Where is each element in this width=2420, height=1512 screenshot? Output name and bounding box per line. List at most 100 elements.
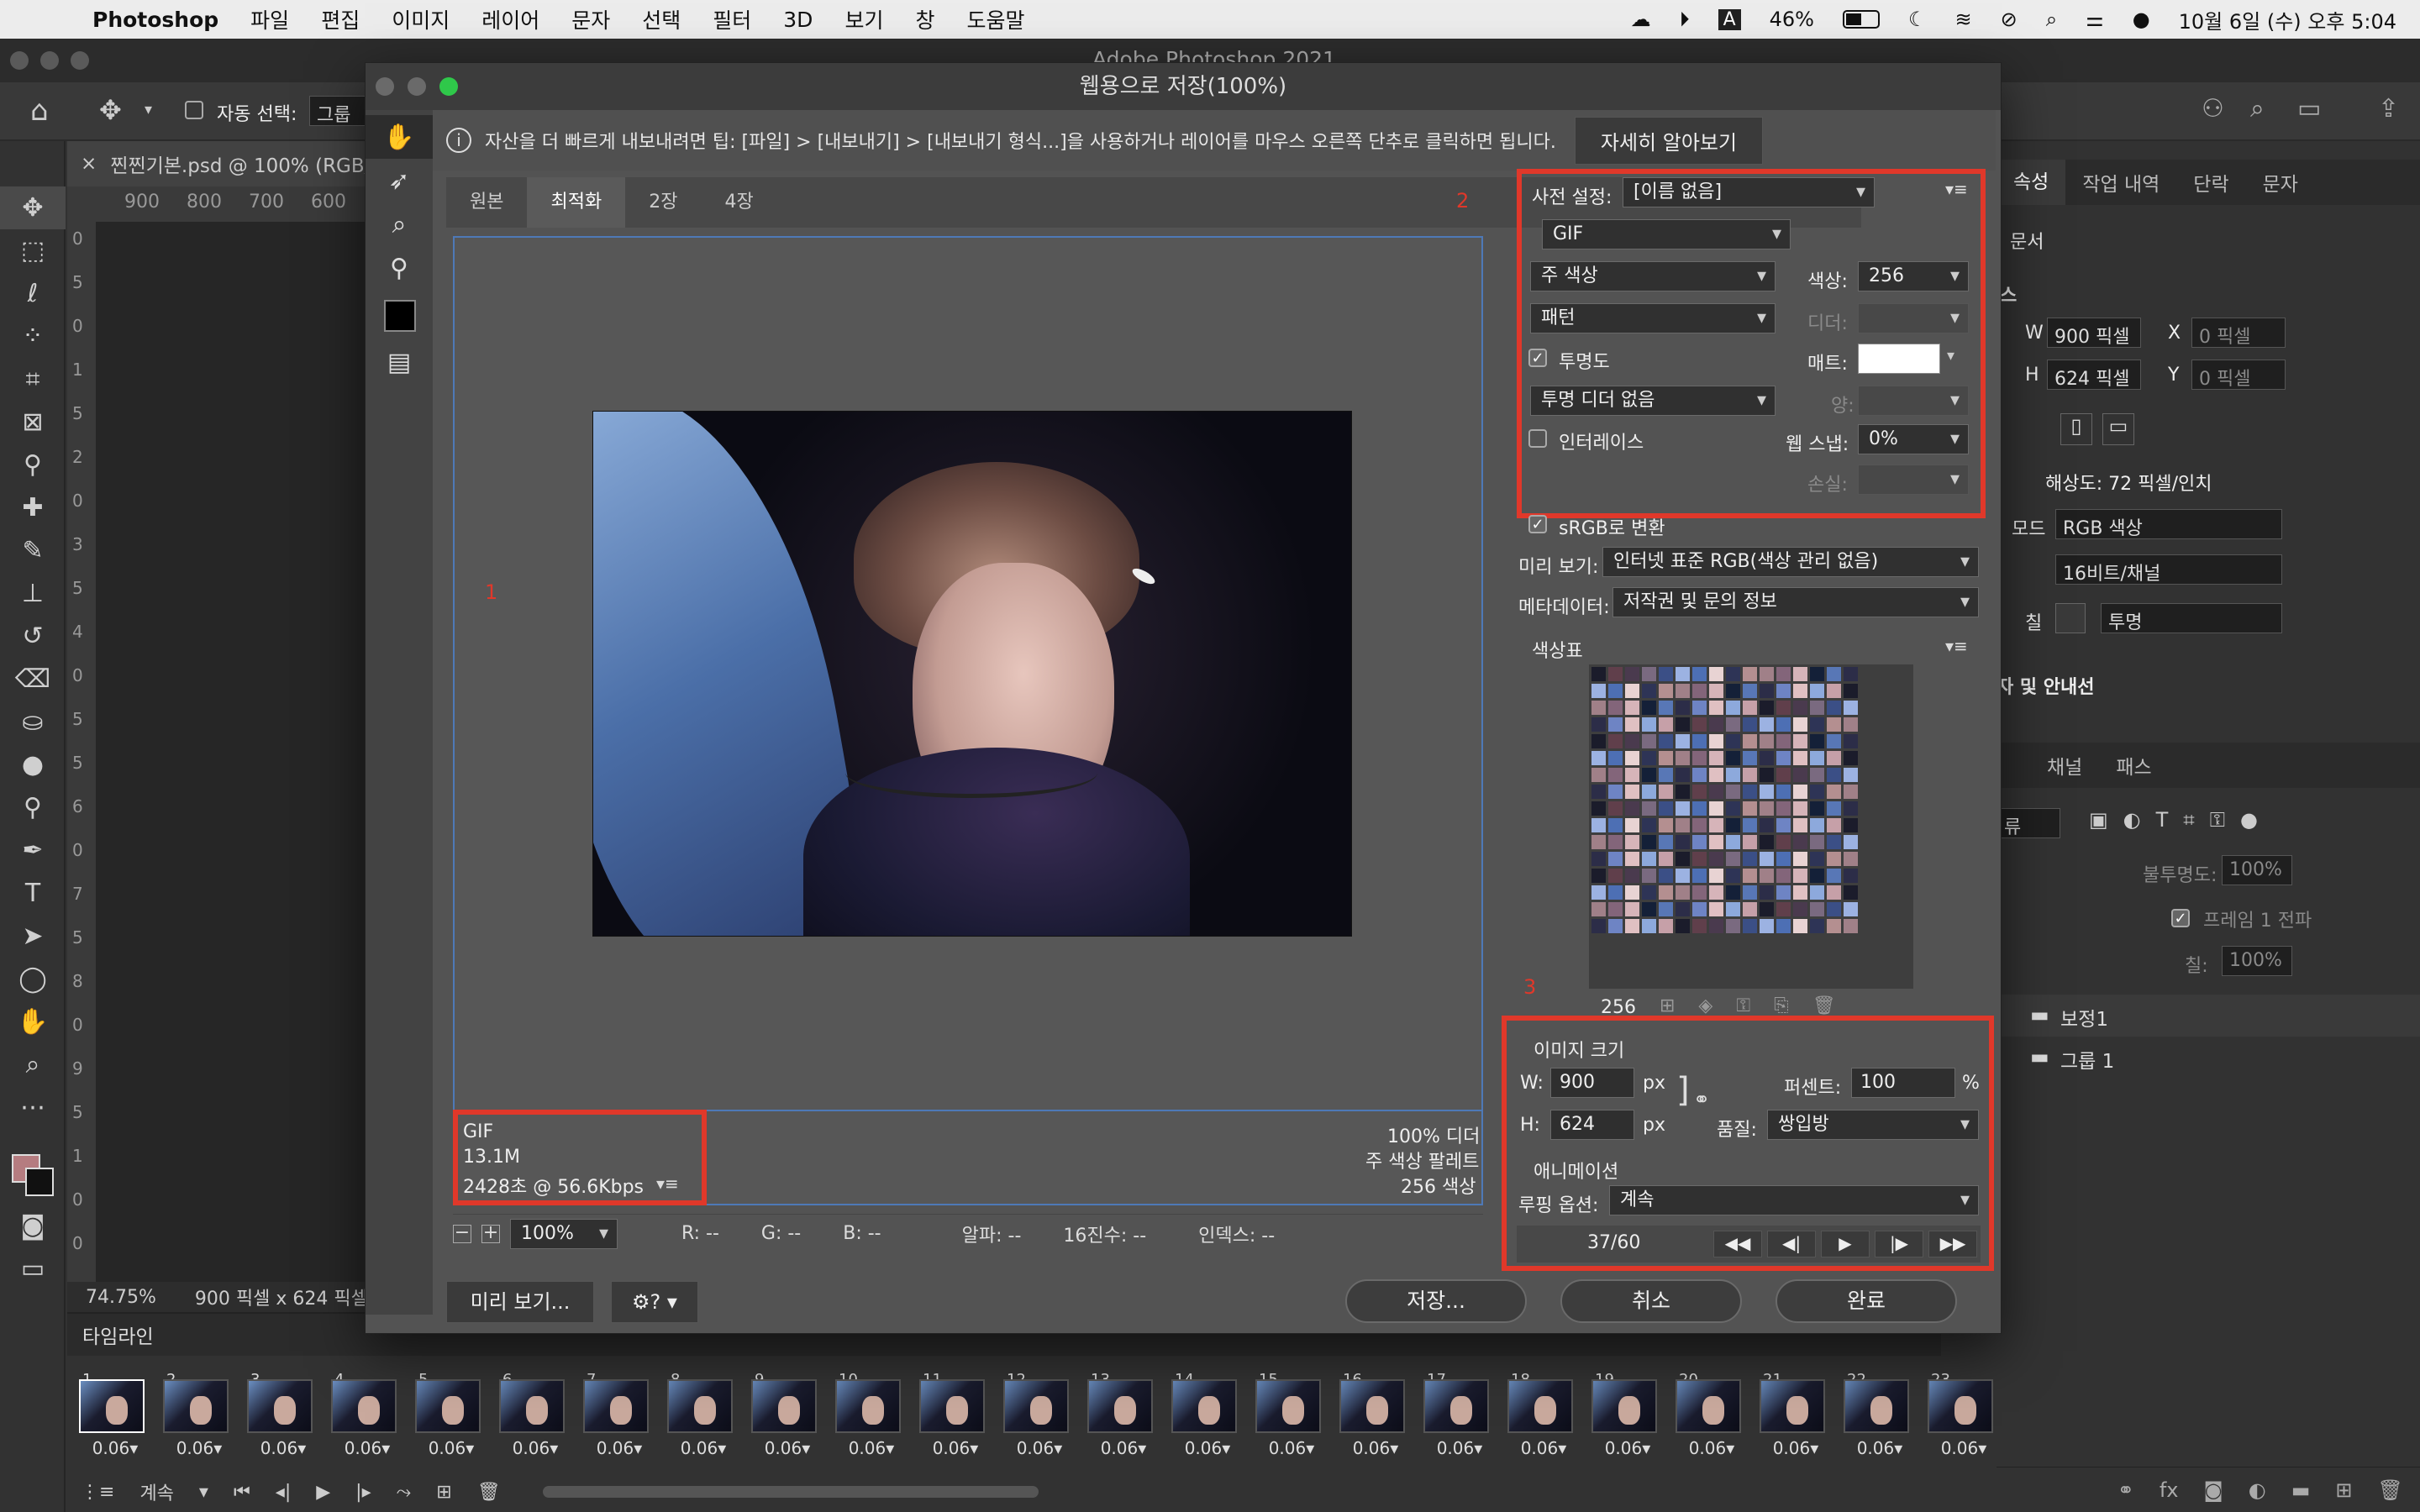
color-swatch[interactable]: [1776, 818, 1791, 832]
color-swatch[interactable]: [1726, 835, 1740, 849]
color-swatch[interactable]: [1642, 734, 1656, 748]
color-swatch[interactable]: [1827, 869, 1841, 883]
color-swatch[interactable]: [1591, 818, 1606, 832]
color-swatch[interactable]: [1642, 852, 1656, 866]
color-swatch[interactable]: [1676, 919, 1690, 933]
color-swatch[interactable]: [1743, 852, 1757, 866]
link-icon[interactable]: ⚭: [1693, 1088, 1710, 1111]
color-swatch[interactable]: [1793, 717, 1807, 732]
color-swatch[interactable]: [1760, 667, 1774, 681]
mode-dropdown[interactable]: RGB 색상: [2055, 509, 2282, 539]
color-swatch[interactable]: [1642, 751, 1656, 765]
preview-profile-dropdown[interactable]: 인터넷 표준 RGB(색상 관리 없음) ▾: [1602, 547, 1979, 577]
color-swatch[interactable]: [1726, 667, 1740, 681]
color-swatch[interactable]: [1642, 785, 1656, 799]
color-swatch[interactable]: [1591, 734, 1606, 748]
color-swatch[interactable]: [1659, 869, 1673, 883]
color-swatch[interactable]: [1676, 701, 1690, 715]
quality-dropdown[interactable]: 쌍입방 ▾: [1767, 1110, 1979, 1140]
zoom-status[interactable]: 74.75%: [86, 1287, 156, 1308]
share-icon[interactable]: ⇪: [2378, 94, 2399, 123]
auto-select-dropdown[interactable]: 그룹: [309, 96, 368, 126]
color-swatch[interactable]: [1726, 801, 1740, 816]
timeline-frame[interactable]: 30.06▾: [247, 1371, 319, 1463]
color-swatch[interactable]: [1591, 751, 1606, 765]
fx-icon[interactable]: fx: [2160, 1478, 2179, 1502]
hand-icon[interactable]: ✋: [366, 115, 433, 159]
layer-filter-icons[interactable]: ▣◐T⌗⚿●: [2089, 808, 2273, 832]
color-swatch[interactable]: [1642, 818, 1656, 832]
color-swatch[interactable]: [1676, 869, 1690, 883]
color-swatch[interactable]: [1793, 835, 1807, 849]
color-swatch[interactable]: [1793, 885, 1807, 900]
color-swatch[interactable]: [1608, 852, 1623, 866]
preset-dropdown[interactable]: [이름 없음] ▾: [1623, 177, 1875, 207]
mute-icon[interactable]: ⊘: [2001, 8, 2018, 31]
color-swatch[interactable]: [1591, 701, 1606, 715]
frame-delay[interactable]: 0.06▾: [1928, 1438, 2000, 1458]
adjustment-icon[interactable]: ◐: [2249, 1478, 2266, 1502]
workspace-icon[interactable]: ▭: [2297, 94, 2321, 123]
color-swatch[interactable]: [1709, 684, 1723, 698]
frame-delay[interactable]: 0.06▾: [1676, 1438, 1748, 1458]
tab-2up[interactable]: 2장: [625, 177, 701, 228]
siri-icon[interactable]: ●: [2133, 8, 2150, 31]
portrait-icon[interactable]: ▯: [2060, 413, 2092, 445]
canvas-width-field[interactable]: 900 픽셀: [2047, 318, 2141, 348]
prev-frame-icon[interactable]: ◂|: [276, 1482, 291, 1503]
tab-optimized[interactable]: 최적화: [527, 177, 626, 228]
color-swatch[interactable]: [1608, 701, 1623, 715]
color-swatch[interactable]: [1760, 751, 1774, 765]
color-swatch[interactable]: [1844, 768, 1858, 782]
color-swatch[interactable]: [1844, 852, 1858, 866]
timeline-frame[interactable]: 230.06▾: [1928, 1371, 2000, 1463]
matte-swatch[interactable]: [1858, 344, 1940, 374]
y-field[interactable]: 0 픽셀: [2191, 360, 2286, 390]
layer-filter-dropdown[interactable]: 류: [1996, 808, 2060, 838]
color-swatch[interactable]: [1625, 818, 1639, 832]
color-swatch[interactable]: [1793, 818, 1807, 832]
color-swatch[interactable]: [1642, 684, 1656, 698]
move-tool-icon[interactable]: ✥: [99, 94, 122, 126]
color-swatch[interactable]: [1726, 734, 1740, 748]
color-swatch[interactable]: [1591, 684, 1606, 698]
lossy-field[interactable]: ▾: [1858, 465, 1969, 495]
color-swatch[interactable]: [1625, 768, 1639, 782]
save-button[interactable]: 저장...: [1345, 1279, 1527, 1323]
color-swatch[interactable]: [1743, 734, 1757, 748]
color-swatch[interactable]: [1760, 684, 1774, 698]
color-swatch[interactable]: [1810, 818, 1824, 832]
color-swatch[interactable]: [1625, 801, 1639, 816]
color-swatch[interactable]: [1692, 768, 1707, 782]
color-swatch[interactable]: [1659, 751, 1673, 765]
color-swatch[interactable]: [1692, 852, 1707, 866]
color-swatch[interactable]: [1760, 852, 1774, 866]
frame-delay[interactable]: 0.06▾: [1760, 1438, 1832, 1458]
color-swatch[interactable]: [1827, 768, 1841, 782]
layer-row[interactable]: ▬ 그룹 1: [1996, 1037, 2420, 1079]
moon-icon[interactable]: ☾: [1908, 8, 1927, 31]
color-swatch[interactable]: [1827, 919, 1841, 933]
color-swatch[interactable]: [1810, 667, 1824, 681]
delete-frame-icon[interactable]: 🗑: [477, 1482, 501, 1503]
color-swatch[interactable]: [1591, 835, 1606, 849]
color-swatch[interactable]: [1726, 902, 1740, 916]
timeline-frame[interactable]: 20.06▾: [163, 1371, 235, 1463]
color-swatch[interactable]: [1776, 751, 1791, 765]
crop-icon[interactable]: ⌗: [0, 358, 66, 401]
marquee-icon[interactable]: ⬚: [0, 229, 66, 272]
timeline-scrollbar[interactable]: [542, 1486, 1039, 1498]
move-icon[interactable]: ✥: [0, 186, 66, 229]
color-swatch[interactable]: [1743, 835, 1757, 849]
color-swatch[interactable]: [1659, 902, 1673, 916]
color-swatch[interactable]: [1709, 919, 1723, 933]
dodge-icon[interactable]: ⚲: [0, 786, 66, 829]
frame-delay[interactable]: 0.06▾: [1591, 1438, 1664, 1458]
frame-delay[interactable]: 0.06▾: [163, 1438, 235, 1458]
color-swatch[interactable]: [1844, 919, 1858, 933]
dialog-close-dot[interactable]: [376, 77, 394, 96]
bucket-icon[interactable]: ⛀: [0, 701, 66, 743]
color-swatch[interactable]: [1743, 818, 1757, 832]
color-swatch[interactable]: [1760, 734, 1774, 748]
color-swatch[interactable]: [1692, 818, 1707, 832]
